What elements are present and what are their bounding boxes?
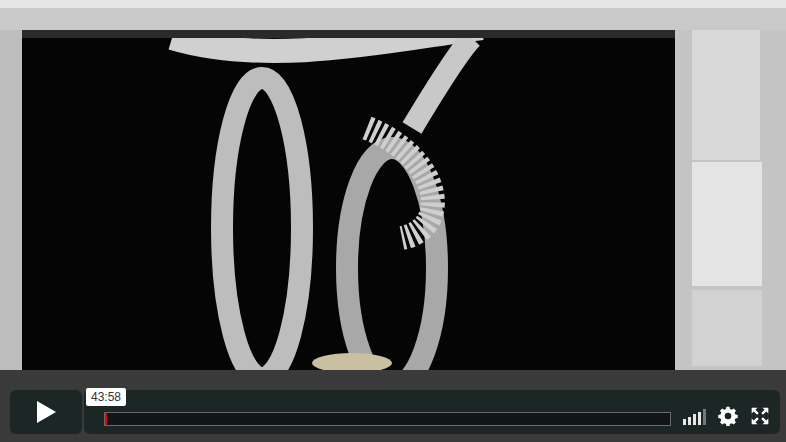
volume-bar	[688, 417, 691, 426]
play-icon	[35, 400, 57, 424]
player-controls: 43:58	[10, 388, 780, 434]
control-bar: 43:58	[84, 390, 780, 434]
volume-bar	[693, 414, 696, 425]
progress-track[interactable]	[104, 412, 671, 426]
volume-bar	[683, 419, 686, 425]
video-frame	[0, 0, 786, 442]
volume-bar	[698, 412, 701, 426]
play-button[interactable]	[10, 390, 82, 434]
video-player[interactable]: 43:58	[0, 0, 786, 442]
fullscreen-icon[interactable]	[750, 406, 770, 426]
time-label: 43:58	[86, 388, 126, 406]
volume-meter[interactable]	[683, 409, 706, 425]
volume-bar	[703, 409, 706, 425]
progress-fill	[105, 413, 107, 425]
gear-icon[interactable]	[718, 406, 738, 426]
